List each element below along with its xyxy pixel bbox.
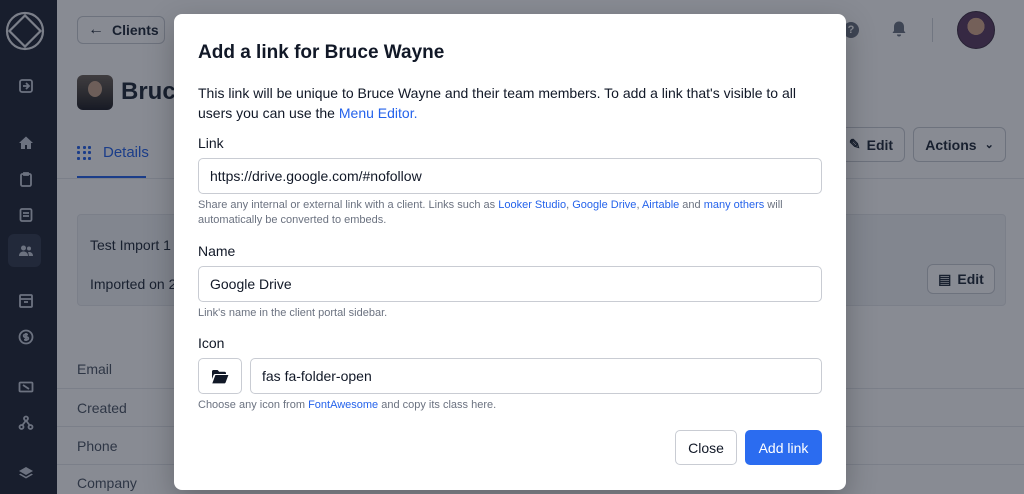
link-help-and: and: [679, 199, 704, 211]
menu-editor-link[interactable]: Menu Editor.: [339, 105, 418, 121]
folder-open-icon: [212, 369, 229, 383]
modal-title: Add a link for Bruce Wayne: [198, 42, 445, 63]
close-button[interactable]: Close: [675, 430, 737, 465]
link-help-prefix: Share any internal or external link with…: [198, 199, 499, 211]
name-field-label: Name: [198, 243, 236, 259]
icon-picker-button[interactable]: [198, 358, 242, 394]
add-link-modal: Add a link for Bruce Wayne This link wil…: [174, 14, 846, 490]
link-input[interactable]: [198, 158, 822, 194]
link-help-text: Share any internal or external link with…: [198, 198, 818, 228]
add-link-button[interactable]: Add link: [745, 430, 822, 465]
looker-studio-link[interactable]: Looker Studio: [498, 199, 566, 211]
icon-help-prefix: Choose any icon from: [198, 399, 309, 411]
name-help-text: Link's name in the client portal sidebar…: [198, 307, 388, 319]
icon-help-suffix: and copy its class here.: [378, 399, 497, 411]
icon-field-label: Icon: [198, 335, 225, 351]
icon-help-text: Choose any icon from FontAwesome and cop…: [198, 398, 818, 413]
name-input[interactable]: [198, 266, 822, 302]
many-others-link[interactable]: many others: [704, 199, 765, 211]
modal-description-text: This link will be unique to Bruce Wayne …: [198, 85, 796, 121]
google-drive-link[interactable]: Google Drive: [572, 199, 636, 211]
fontawesome-link[interactable]: FontAwesome: [308, 399, 378, 411]
modal-description: This link will be unique to Bruce Wayne …: [198, 83, 808, 123]
icon-class-input[interactable]: [250, 358, 822, 394]
link-field-label: Link: [198, 135, 224, 151]
airtable-link[interactable]: Airtable: [642, 199, 679, 211]
